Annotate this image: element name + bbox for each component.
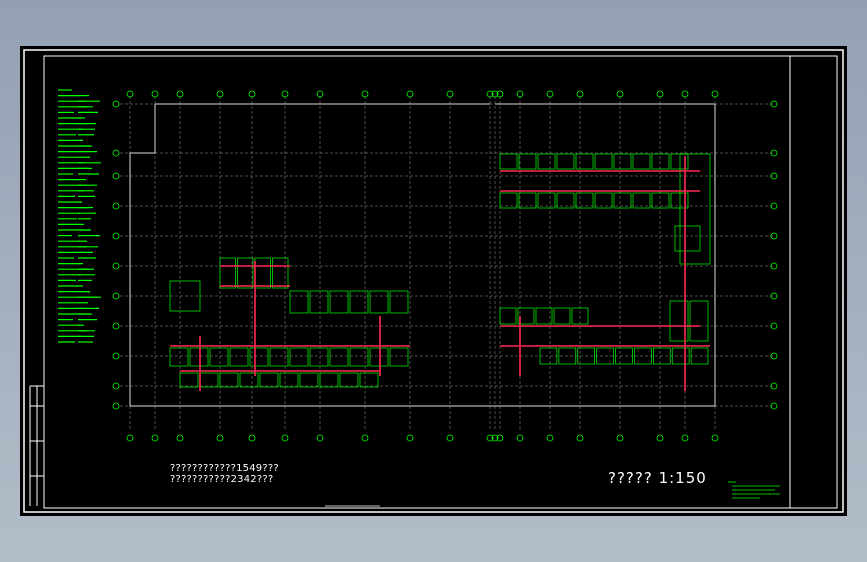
duct-runs bbox=[170, 156, 710, 391]
sheet-frame bbox=[23, 49, 844, 513]
drawing-title-scale: ????? 1:150 bbox=[608, 469, 707, 487]
general-notes-block bbox=[728, 481, 780, 499]
building-outline bbox=[129, 103, 716, 407]
drawing-sheet: ????????????1549??? ???????????2342??? ?… bbox=[20, 46, 847, 516]
floor-plan-drawing bbox=[23, 49, 844, 513]
legend-text-block bbox=[58, 89, 101, 343]
room-walls bbox=[169, 153, 711, 388]
drawing-note-line-1: ????????????1549??? bbox=[170, 463, 279, 474]
drawing-note-line-2: ???????????2342??? bbox=[170, 474, 274, 485]
